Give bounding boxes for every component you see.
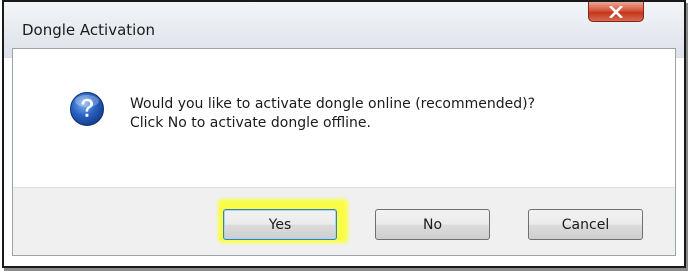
dialog-window: Dongle Activation Would you like to acti… bbox=[2, 0, 686, 268]
question-icon bbox=[69, 91, 105, 127]
yes-button[interactable]: Yes bbox=[223, 209, 337, 240]
dialog-message: Would you like to activate dongle online… bbox=[130, 95, 535, 133]
cancel-button[interactable]: Cancel bbox=[528, 209, 643, 240]
button-bar: Yes No Cancel bbox=[13, 187, 675, 255]
no-button[interactable]: No bbox=[375, 209, 490, 240]
dialog-body: Would you like to activate dongle online… bbox=[12, 48, 676, 256]
dialog-title: Dongle Activation bbox=[22, 21, 156, 39]
message-line-2: Click No to activate dongle offline. bbox=[130, 115, 371, 131]
close-icon bbox=[589, 2, 643, 21]
close-button[interactable] bbox=[588, 2, 644, 22]
message-line-1: Would you like to activate dongle online… bbox=[130, 96, 536, 112]
message-area: Would you like to activate dongle online… bbox=[13, 49, 675, 187]
